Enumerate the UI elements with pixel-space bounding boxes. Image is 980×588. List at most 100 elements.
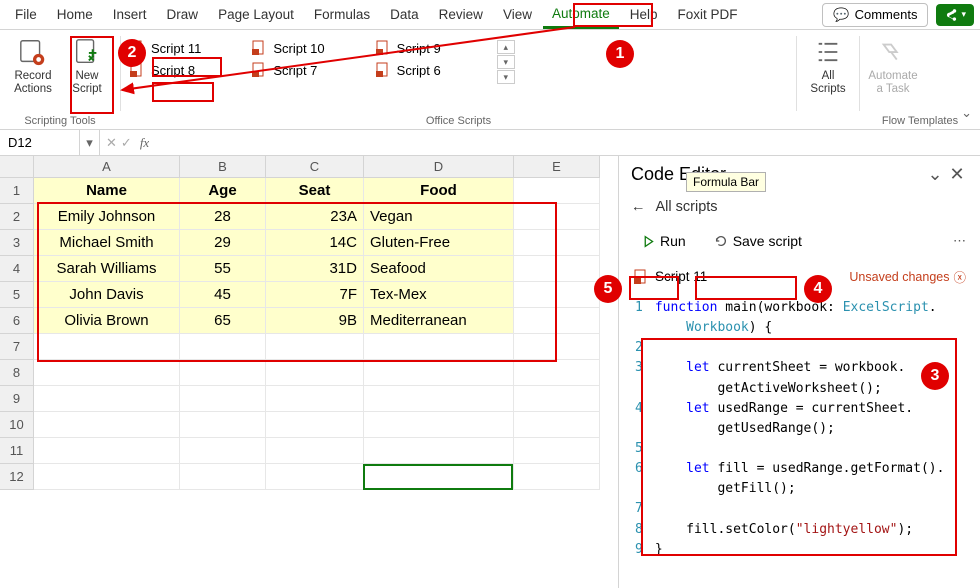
row-header[interactable]: 9 bbox=[0, 386, 34, 412]
cell[interactable] bbox=[34, 334, 180, 360]
row-header[interactable]: 5 bbox=[0, 282, 34, 308]
name-box-dropdown[interactable]: ▾ bbox=[80, 130, 100, 155]
tab-insert[interactable]: Insert bbox=[104, 2, 156, 27]
row-header[interactable]: 6 bbox=[0, 308, 34, 334]
tab-formulas[interactable]: Formulas bbox=[305, 2, 379, 27]
discard-icon[interactable]: ⓧ bbox=[953, 267, 966, 286]
breadcrumb[interactable]: All scripts bbox=[656, 199, 718, 215]
tab-automate[interactable]: Automate bbox=[543, 1, 619, 29]
ribbon-collapse-icon[interactable]: ⌄ bbox=[961, 105, 972, 121]
cell[interactable]: Age bbox=[180, 178, 266, 204]
cell[interactable]: 45 bbox=[180, 282, 266, 308]
cell[interactable]: 55 bbox=[180, 256, 266, 282]
col-header-a[interactable]: A bbox=[34, 156, 180, 178]
col-header-d[interactable]: D bbox=[364, 156, 514, 178]
cell[interactable] bbox=[34, 386, 180, 412]
script-item-9[interactable]: Script 9 bbox=[375, 40, 441, 56]
cell[interactable] bbox=[364, 360, 514, 386]
cell[interactable] bbox=[514, 256, 600, 282]
row-header[interactable]: 11 bbox=[0, 438, 34, 464]
code-editor[interactable]: 1 23 4 56 789 function main(workbook: Ex… bbox=[633, 296, 968, 562]
cell[interactable]: Mediterranean bbox=[364, 308, 514, 334]
script-item-7[interactable]: Script 7 bbox=[251, 62, 324, 78]
cell[interactable] bbox=[514, 282, 600, 308]
tab-help[interactable]: Help bbox=[621, 2, 667, 27]
cell[interactable]: Seafood bbox=[364, 256, 514, 282]
cell[interactable] bbox=[180, 386, 266, 412]
col-header-b[interactable]: B bbox=[180, 156, 266, 178]
cell[interactable] bbox=[514, 464, 600, 490]
cell[interactable]: 28 bbox=[180, 204, 266, 230]
cell[interactable]: 65 bbox=[180, 308, 266, 334]
all-scripts-button[interactable]: All Scripts bbox=[805, 34, 851, 125]
tab-page-layout[interactable]: Page Layout bbox=[209, 2, 303, 27]
cell[interactable]: Seat bbox=[266, 178, 364, 204]
record-actions-button[interactable]: Record Actions bbox=[8, 34, 58, 113]
cell[interactable]: 7F bbox=[266, 282, 364, 308]
cell[interactable] bbox=[266, 438, 364, 464]
tab-review[interactable]: Review bbox=[430, 2, 492, 27]
cell[interactable] bbox=[364, 412, 514, 438]
tab-file[interactable]: File bbox=[6, 2, 46, 27]
row-header[interactable]: 3 bbox=[0, 230, 34, 256]
fx-icon[interactable]: fx bbox=[136, 135, 153, 151]
scroll-down-icon[interactable]: ▾ bbox=[497, 55, 515, 69]
run-button[interactable]: Run bbox=[633, 229, 695, 253]
cell[interactable]: Gluten-Free bbox=[364, 230, 514, 256]
name-box[interactable]: D12 bbox=[0, 130, 80, 155]
cell[interactable] bbox=[514, 360, 600, 386]
scroll-up-icon[interactable]: ▴ bbox=[497, 40, 515, 54]
row-header[interactable]: 1 bbox=[0, 178, 34, 204]
row-header[interactable]: 8 bbox=[0, 360, 34, 386]
cell[interactable] bbox=[514, 334, 600, 360]
gallery-expand-icon[interactable]: ▾ bbox=[497, 70, 515, 84]
worksheet[interactable]: A B C D E 1 Name Age Seat Food 2Emily Jo… bbox=[0, 156, 618, 588]
more-options-icon[interactable]: ⋯ bbox=[953, 233, 966, 249]
save-script-button[interactable]: Save script bbox=[705, 229, 811, 253]
comments-button[interactable]: 💬 Comments bbox=[822, 3, 928, 27]
cell[interactable]: Food bbox=[364, 178, 514, 204]
cell[interactable] bbox=[514, 230, 600, 256]
cell[interactable] bbox=[514, 412, 600, 438]
cell[interactable] bbox=[180, 464, 266, 490]
cell[interactable]: 14C bbox=[266, 230, 364, 256]
back-icon[interactable]: ← bbox=[631, 199, 646, 215]
cell[interactable]: Tex-Mex bbox=[364, 282, 514, 308]
cell[interactable] bbox=[514, 204, 600, 230]
tab-draw[interactable]: Draw bbox=[158, 2, 208, 27]
cell[interactable] bbox=[34, 464, 180, 490]
cell[interactable]: 29 bbox=[180, 230, 266, 256]
new-script-button[interactable]: New Script bbox=[62, 34, 112, 113]
cell[interactable] bbox=[34, 438, 180, 464]
cell[interactable] bbox=[266, 412, 364, 438]
cell[interactable]: Vegan bbox=[364, 204, 514, 230]
formula-input[interactable] bbox=[159, 130, 980, 155]
cell[interactable]: Emily Johnson bbox=[34, 204, 180, 230]
cell[interactable] bbox=[514, 308, 600, 334]
row-header[interactable]: 7 bbox=[0, 334, 34, 360]
tab-home[interactable]: Home bbox=[48, 2, 102, 27]
tab-view[interactable]: View bbox=[494, 2, 541, 27]
row-header[interactable]: 2 bbox=[0, 204, 34, 230]
cell[interactable] bbox=[34, 412, 180, 438]
code-content[interactable]: function main(workbook: ExcelScript. Wor… bbox=[651, 296, 949, 562]
cell[interactable] bbox=[266, 334, 364, 360]
gallery-scroll[interactable]: ▴ ▾ ▾ bbox=[497, 40, 515, 84]
cell[interactable]: Name bbox=[34, 178, 180, 204]
share-button[interactable]: ▾ bbox=[936, 4, 974, 26]
cell[interactable]: Michael Smith bbox=[34, 230, 180, 256]
cell[interactable] bbox=[266, 464, 364, 490]
row-header[interactable]: 10 bbox=[0, 412, 34, 438]
col-header-e[interactable]: E bbox=[514, 156, 600, 178]
script-item-6[interactable]: Script 6 bbox=[375, 62, 441, 78]
col-header-c[interactable]: C bbox=[266, 156, 364, 178]
cell[interactable] bbox=[266, 386, 364, 412]
row-header[interactable]: 12 bbox=[0, 464, 34, 490]
cell[interactable] bbox=[364, 464, 514, 490]
pane-expand-icon[interactable]: ⌄ bbox=[924, 164, 946, 185]
script-item-10[interactable]: Script 10 bbox=[251, 40, 324, 56]
cell[interactable]: 9B bbox=[266, 308, 364, 334]
tab-data[interactable]: Data bbox=[381, 2, 428, 27]
cell[interactable]: 23A bbox=[266, 204, 364, 230]
cell[interactable] bbox=[180, 412, 266, 438]
